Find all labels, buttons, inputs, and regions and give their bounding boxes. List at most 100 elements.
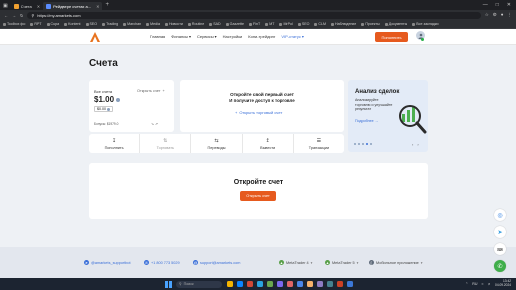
close-tab-icon[interactable]: ✕ bbox=[96, 4, 99, 9]
nav-copytrading[interactable]: Копи-трейдинг bbox=[248, 34, 275, 39]
clock[interactable]: 13:42 04.09.2024 bbox=[495, 280, 511, 287]
nav-services[interactable]: Сервисы ▾ bbox=[197, 34, 217, 39]
bookmark-item[interactable]: Все закладки bbox=[412, 22, 439, 26]
back-icon[interactable]: ← bbox=[4, 13, 8, 18]
bookmark-item[interactable]: SAD bbox=[209, 22, 221, 26]
open-account-button[interactable]: Открыть счет bbox=[240, 191, 276, 201]
tab-menu[interactable]: ▣ bbox=[0, 2, 11, 10]
promo-banner[interactable]: Анализ сделок Анализируйте торговлю и ул… bbox=[348, 80, 428, 152]
nav-vip-status[interactable]: VIP-статус ▾ bbox=[281, 34, 304, 39]
app-icon[interactable] bbox=[317, 281, 323, 287]
open-account-title: Откройте счет bbox=[233, 179, 284, 186]
chat-icon[interactable]: ◎ bbox=[494, 209, 506, 221]
nav-finance[interactable]: Финансы ▾ bbox=[171, 34, 191, 39]
edge-icon[interactable] bbox=[237, 281, 243, 287]
carousel-dots[interactable] bbox=[354, 143, 372, 145]
chevron-down-icon: ▾ bbox=[356, 260, 359, 265]
action-transactions[interactable]: ☰ Транзакции bbox=[294, 134, 344, 153]
bookmark-item[interactable]: CLM bbox=[314, 22, 326, 26]
bookmark-item[interactable]: Marchan bbox=[123, 22, 141, 26]
telegram-widget-icon[interactable]: ➤ bbox=[494, 226, 506, 238]
excel-icon[interactable] bbox=[267, 281, 273, 287]
footer-mt4[interactable]: ▲ MetaTrader 4 ▾ bbox=[279, 260, 312, 265]
plus-icon: + bbox=[162, 89, 165, 93]
telegram-app-icon[interactable] bbox=[257, 281, 263, 287]
folder-icon bbox=[85, 22, 89, 26]
app-icon[interactable] bbox=[347, 281, 353, 287]
phone-widget-icon[interactable]: ✆ bbox=[494, 260, 506, 272]
url-input[interactable]: ⚲ https://my.amarkets.com bbox=[27, 11, 481, 19]
maximize-icon[interactable]: □ bbox=[496, 2, 499, 8]
taskbar-apps bbox=[227, 281, 353, 287]
close-tab-icon[interactable]: ✕ bbox=[37, 4, 40, 9]
nav-settings[interactable]: Настройки bbox=[223, 34, 243, 39]
folder-icon bbox=[123, 22, 127, 26]
bookmark-item[interactable]: Наблюдение bbox=[331, 22, 356, 26]
bookmark-item[interactable]: Trading bbox=[102, 22, 118, 26]
new-tab-button[interactable]: + bbox=[105, 2, 109, 8]
teams-icon[interactable] bbox=[277, 281, 283, 287]
action-trade[interactable]: ⇅ Торговать bbox=[140, 134, 192, 153]
bookmark-item[interactable]: Проекты bbox=[361, 22, 380, 26]
wifi-icon[interactable]: ≈ bbox=[481, 282, 483, 286]
bookmark-item[interactable]: Routine bbox=[187, 22, 204, 26]
bookmark-item[interactable]: MT bbox=[265, 22, 274, 26]
app-icon[interactable] bbox=[307, 281, 313, 287]
forward-icon[interactable]: → bbox=[12, 13, 16, 18]
app-icon[interactable] bbox=[337, 281, 343, 287]
footer-phone[interactable]: ✆ +1 800 773 5029 bbox=[144, 260, 180, 265]
tray-chevron-icon[interactable]: ⌃ bbox=[465, 282, 468, 286]
action-transfers[interactable]: ⇆ Переводы bbox=[191, 134, 243, 153]
star-icon[interactable]: ☆ bbox=[485, 12, 489, 18]
app-icon[interactable] bbox=[327, 281, 333, 287]
deposit-button[interactable]: Пополнить bbox=[375, 32, 408, 42]
action-withdraw[interactable]: ↥ Вывести bbox=[243, 134, 294, 153]
bookmark-item[interactable]: SEO bbox=[85, 22, 97, 26]
bookmark-item[interactable]: Документы bbox=[384, 22, 407, 26]
next-arrow-icon[interactable]: › bbox=[417, 142, 418, 147]
bookmark-item[interactable]: SEO bbox=[297, 22, 309, 26]
profile-icon[interactable]: ● bbox=[501, 12, 504, 18]
extensions-icon[interactable]: ⚙ bbox=[493, 12, 497, 18]
word-icon[interactable] bbox=[297, 281, 303, 287]
action-deposit[interactable]: ↧ Пополнить bbox=[89, 134, 141, 153]
footer-mt5[interactable]: ▲ MetaTrader 5 ▾ bbox=[325, 260, 358, 265]
open-account-link[interactable]: Открыть счет + bbox=[137, 89, 165, 93]
file-explorer-icon[interactable] bbox=[227, 281, 233, 287]
close-window-icon[interactable]: ✕ bbox=[507, 2, 511, 8]
bookmark-item[interactable]: Kontent bbox=[64, 22, 81, 26]
promo-more-link[interactable]: Подробнее → bbox=[355, 119, 378, 123]
menu-icon[interactable]: ⋮ bbox=[508, 12, 513, 18]
open-trading-account-link[interactable]: + Открыть торговый счет bbox=[235, 110, 282, 115]
volume-icon[interactable]: ♬ bbox=[487, 282, 491, 286]
bookmark-item[interactable]: Новости bbox=[164, 22, 183, 26]
browser-tab-accounts[interactable]: Счета ✕ bbox=[11, 2, 43, 10]
bookmark-item[interactable]: Media bbox=[146, 22, 160, 26]
bookmark-item[interactable]: Cupa bbox=[46, 22, 59, 26]
language-indicator[interactable]: RU bbox=[472, 282, 477, 286]
minimize-icon[interactable]: — bbox=[483, 2, 488, 8]
chevron-down-icon: ▾ bbox=[420, 260, 423, 265]
bookmark-item[interactable]: RPT bbox=[30, 22, 42, 26]
footer-telegram[interactable]: ➤ @amarkets_supportbot bbox=[84, 260, 131, 265]
taskbar-search[interactable]: ⚲ Поиск bbox=[176, 280, 222, 288]
amarkets-logo[interactable] bbox=[89, 31, 101, 43]
bookmark-item[interactable]: Toolbox фо bbox=[3, 22, 25, 26]
windows-start-icon[interactable] bbox=[165, 280, 172, 288]
reload-icon[interactable]: ↻ bbox=[20, 13, 23, 18]
browser-tab-risk[interactable]: Рейдвере счетах a... ✕ bbox=[43, 2, 103, 10]
bonus-row: Бонусы: $1979.0 bbox=[94, 122, 119, 126]
bookmark-item[interactable]: FinT bbox=[249, 22, 260, 26]
chrome-icon[interactable] bbox=[247, 281, 253, 287]
folder-icon bbox=[225, 22, 229, 26]
currency-pill[interactable]: $0.00 bbox=[94, 106, 113, 112]
keyboard-icon[interactable]: ⌨ bbox=[494, 243, 506, 255]
nav-home[interactable]: Главная bbox=[150, 34, 165, 39]
bookmark-item[interactable]: MrPol bbox=[279, 22, 293, 26]
balance-action-icons[interactable]: ↘ ↗ bbox=[151, 122, 158, 126]
app-icon[interactable] bbox=[287, 281, 293, 287]
bookmark-item[interactable]: Gazzette bbox=[225, 22, 244, 26]
footer-mobile-app[interactable]: ▯ Мобильное приложение ▾ bbox=[369, 260, 423, 265]
footer-email[interactable]: @ support@amarkets.com bbox=[193, 260, 240, 265]
prev-arrow-icon[interactable]: ‹ bbox=[412, 142, 413, 147]
